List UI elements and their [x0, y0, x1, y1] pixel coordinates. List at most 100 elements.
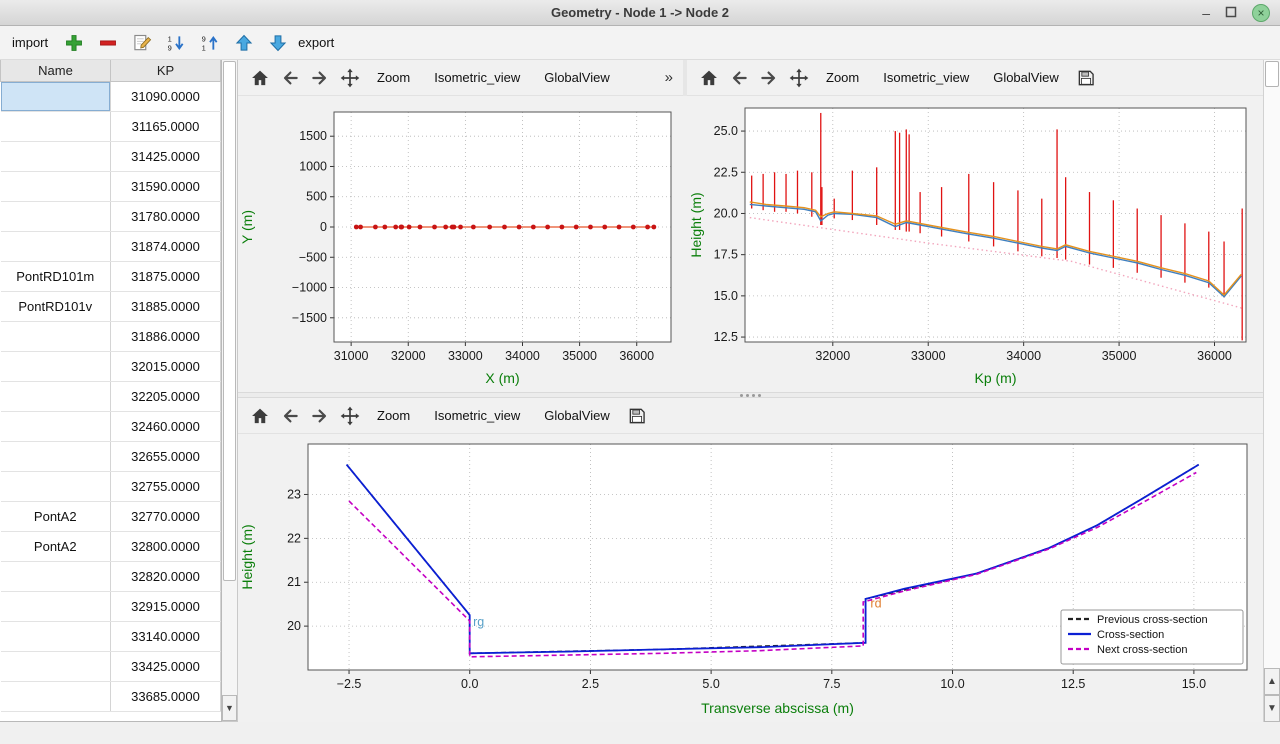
- main-vertical-scrollbar[interactable]: ▲ ▼: [1263, 60, 1280, 722]
- save-button[interactable]: [1072, 64, 1100, 92]
- home-button[interactable]: [246, 402, 274, 430]
- scroll-down-button[interactable]: ▼: [1264, 695, 1280, 722]
- table-row[interactable]: 31165.0000: [1, 111, 221, 141]
- edit-button[interactable]: [128, 29, 156, 57]
- table-scrollbar[interactable]: ▼: [222, 60, 238, 722]
- minimize-button[interactable]: –: [1202, 6, 1210, 20]
- table-row[interactable]: 31780.0000: [1, 201, 221, 231]
- cell-name[interactable]: [1, 651, 111, 681]
- pan-button[interactable]: [336, 64, 364, 92]
- plan-chart[interactable]: 310003200033000340003500036000−1500−1000…: [238, 96, 687, 392]
- table-row[interactable]: 31886.0000: [1, 321, 221, 351]
- table-row[interactable]: PontA232770.0000: [1, 501, 221, 531]
- cell-kp[interactable]: 32820.0000: [111, 561, 221, 591]
- sort-descending-button[interactable]: [162, 29, 190, 57]
- cell-name[interactable]: [1, 201, 111, 231]
- cell-name[interactable]: [1, 561, 111, 591]
- cell-kp[interactable]: 31090.0000: [111, 81, 221, 111]
- maximize-button[interactable]: [1222, 3, 1240, 23]
- table-scrollbar-thumb[interactable]: [223, 61, 236, 581]
- cell-kp[interactable]: 33140.0000: [111, 621, 221, 651]
- table-row[interactable]: 32655.0000: [1, 441, 221, 471]
- table-row[interactable]: 33140.0000: [1, 621, 221, 651]
- move-up-button[interactable]: [230, 29, 258, 57]
- table-row[interactable]: 32015.0000: [1, 351, 221, 381]
- scroll-up-button[interactable]: ▲: [1264, 668, 1280, 695]
- cell-kp[interactable]: 32800.0000: [111, 531, 221, 561]
- home-button[interactable]: [246, 64, 274, 92]
- cell-kp[interactable]: 32755.0000: [111, 471, 221, 501]
- isometric-view-button[interactable]: Isometric_view: [423, 66, 531, 89]
- table-row[interactable]: PontRD101v31885.0000: [1, 291, 221, 321]
- column-header-name[interactable]: Name: [1, 60, 111, 81]
- import-label[interactable]: import: [12, 35, 48, 50]
- cell-kp[interactable]: 32915.0000: [111, 591, 221, 621]
- close-button[interactable]: ×: [1252, 4, 1270, 22]
- table-row[interactable]: 31874.0000: [1, 231, 221, 261]
- home-button[interactable]: [695, 64, 723, 92]
- sort-ascending-button[interactable]: [196, 29, 224, 57]
- remove-row-button[interactable]: [94, 29, 122, 57]
- table-row[interactable]: 32755.0000: [1, 471, 221, 501]
- table-row[interactable]: 31090.0000: [1, 81, 221, 111]
- cell-name[interactable]: [1, 141, 111, 171]
- save-button[interactable]: [623, 402, 651, 430]
- table-scrollbar-track[interactable]: [222, 582, 237, 695]
- global-view-button[interactable]: GlobalView: [533, 66, 621, 89]
- cell-name[interactable]: [1, 351, 111, 381]
- cell-kp[interactable]: 31425.0000: [111, 141, 221, 171]
- zoom-button[interactable]: Zoom: [815, 66, 870, 89]
- pan-button[interactable]: [336, 402, 364, 430]
- isometric-view-button[interactable]: Isometric_view: [423, 404, 531, 427]
- isometric-view-button[interactable]: Isometric_view: [872, 66, 980, 89]
- cell-name[interactable]: PontA2: [1, 531, 111, 561]
- forward-button[interactable]: [306, 64, 334, 92]
- zoom-button[interactable]: Zoom: [366, 404, 421, 427]
- cell-name[interactable]: [1, 321, 111, 351]
- cell-name[interactable]: PontRD101v: [1, 291, 111, 321]
- forward-button[interactable]: [306, 402, 334, 430]
- cell-kp[interactable]: 33685.0000: [111, 681, 221, 711]
- cell-name[interactable]: [1, 111, 111, 141]
- table-row[interactable]: 32460.0000: [1, 411, 221, 441]
- export-label[interactable]: export: [298, 35, 334, 50]
- cell-name[interactable]: [1, 681, 111, 711]
- cell-name[interactable]: PontA2: [1, 501, 111, 531]
- cell-name[interactable]: [1, 411, 111, 441]
- cell-kp[interactable]: 31780.0000: [111, 201, 221, 231]
- forward-button[interactable]: [755, 64, 783, 92]
- back-button[interactable]: [725, 64, 753, 92]
- cell-name[interactable]: [1, 381, 111, 411]
- pan-button[interactable]: [785, 64, 813, 92]
- cell-kp[interactable]: 33425.0000: [111, 651, 221, 681]
- cell-kp[interactable]: 31886.0000: [111, 321, 221, 351]
- cell-kp[interactable]: 31590.0000: [111, 171, 221, 201]
- table-row[interactable]: 33425.0000: [1, 651, 221, 681]
- table-row[interactable]: PontRD101m31875.0000: [1, 261, 221, 291]
- scrollbar-thumb[interactable]: [1265, 61, 1279, 87]
- table-row[interactable]: 32205.0000: [1, 381, 221, 411]
- scrollbar-track[interactable]: [1264, 88, 1280, 668]
- cell-kp[interactable]: 32015.0000: [111, 351, 221, 381]
- cell-kp[interactable]: 32770.0000: [111, 501, 221, 531]
- toolbar-overflow-button[interactable]: »: [665, 69, 675, 86]
- column-header-kp[interactable]: KP: [111, 60, 221, 81]
- cell-name[interactable]: [1, 621, 111, 651]
- table-row[interactable]: 32915.0000: [1, 591, 221, 621]
- cell-kp[interactable]: 31875.0000: [111, 261, 221, 291]
- cell-kp[interactable]: 31874.0000: [111, 231, 221, 261]
- table-row[interactable]: PontA232800.0000: [1, 531, 221, 561]
- table-row[interactable]: 31590.0000: [1, 171, 221, 201]
- cell-name[interactable]: [1, 231, 111, 261]
- global-view-button[interactable]: GlobalView: [982, 66, 1070, 89]
- cell-name[interactable]: [1, 81, 111, 111]
- cell-kp[interactable]: 32460.0000: [111, 411, 221, 441]
- table-row[interactable]: 33685.0000: [1, 681, 221, 711]
- add-row-button[interactable]: [60, 29, 88, 57]
- table-row[interactable]: 31425.0000: [1, 141, 221, 171]
- cell-name[interactable]: [1, 591, 111, 621]
- cell-kp[interactable]: 31885.0000: [111, 291, 221, 321]
- cell-kp[interactable]: 31165.0000: [111, 111, 221, 141]
- cell-name[interactable]: PontRD101m: [1, 261, 111, 291]
- profile-chart[interactable]: 320003300034000350003600012.515.017.520.…: [687, 96, 1258, 392]
